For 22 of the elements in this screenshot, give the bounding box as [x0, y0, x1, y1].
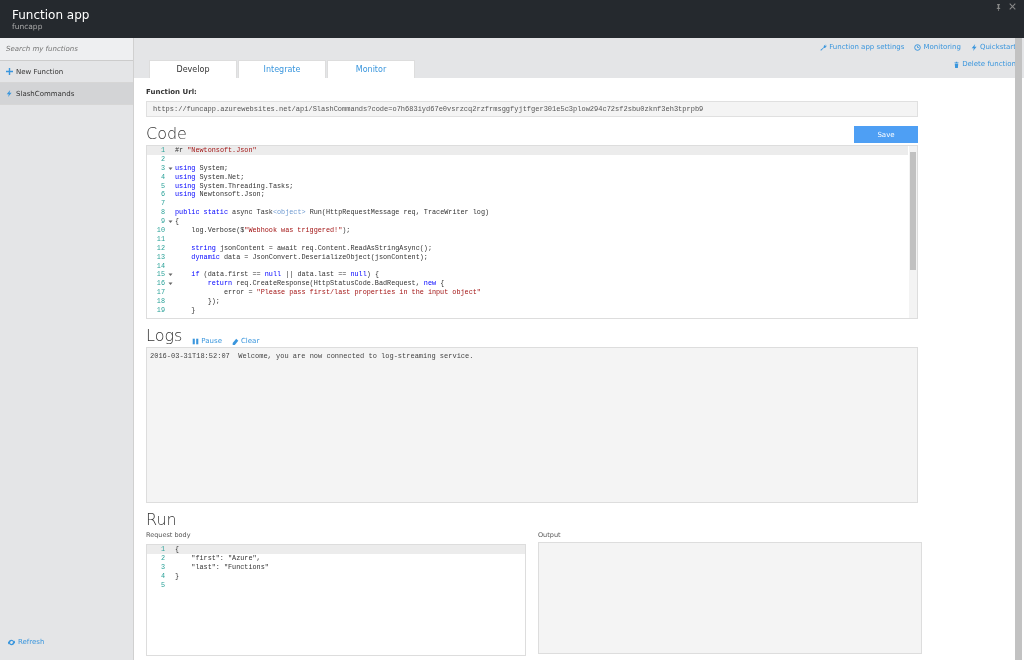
trash-icon [953, 60, 961, 68]
wrench-icon [820, 43, 828, 51]
tab[interactable]: Develop [149, 60, 237, 78]
tab[interactable]: Monitor [327, 60, 415, 78]
pause-icon [192, 337, 200, 345]
plus-icon [6, 68, 13, 75]
bolt-icon [970, 43, 978, 51]
close-icon[interactable] [1009, 3, 1016, 10]
pin-icon[interactable] [995, 4, 1002, 11]
clock-icon [914, 43, 922, 51]
section-title: Code [146, 125, 187, 143]
tab[interactable]: Integrate [238, 60, 326, 78]
fold-icon[interactable] [167, 165, 173, 171]
window-title: Function app [12, 7, 90, 22]
code-editor[interactable] [146, 145, 918, 319]
eraser-icon [231, 337, 239, 345]
fold-icon[interactable] [167, 219, 173, 225]
scrollbar[interactable] [1015, 38, 1022, 660]
bolt-icon [6, 90, 13, 97]
section-title: Run [146, 511, 177, 529]
refresh-icon [8, 638, 15, 646]
section-title: Logs [146, 327, 183, 345]
